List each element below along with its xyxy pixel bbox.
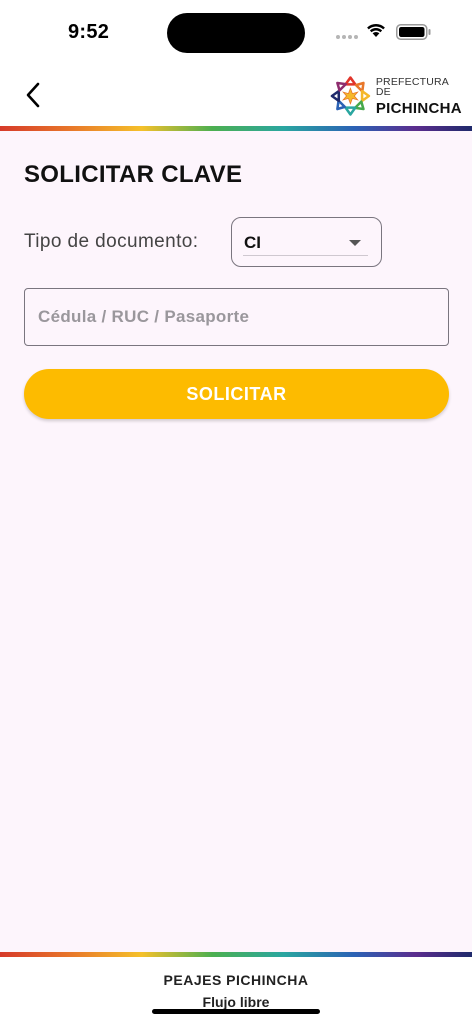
dropdown-underline bbox=[243, 255, 368, 256]
document-type-row: Tipo de documento: CI bbox=[24, 217, 448, 267]
app-header: PREFECTURA DE PICHINCHA bbox=[0, 64, 472, 126]
document-type-value: CI bbox=[244, 233, 261, 252]
status-time: 9:52 bbox=[68, 21, 110, 43]
battery-icon bbox=[396, 24, 431, 40]
logo-text: PREFECTURA DE PICHINCHA bbox=[375, 75, 464, 117]
cellular-signal-icon bbox=[336, 35, 358, 39]
caret-down-icon bbox=[349, 240, 361, 246]
solicitar-button[interactable]: SOLICITAR bbox=[24, 369, 449, 419]
prefectura-logo: PREFECTURA DE PICHINCHA bbox=[330, 74, 464, 118]
prefectura-star-logo-icon bbox=[330, 76, 371, 116]
footer-title: PEAJES PICHINCHA bbox=[163, 972, 309, 988]
logo-line1: PREFECTURA DE bbox=[375, 75, 449, 98]
logo-line2: PICHINCHA bbox=[375, 99, 462, 117]
footer: PEAJES PICHINCHA Flujo libre bbox=[0, 957, 472, 1024]
wifi-icon bbox=[367, 23, 385, 37]
chevron-left-icon bbox=[26, 82, 40, 108]
document-number-input[interactable] bbox=[24, 288, 449, 346]
back-button[interactable] bbox=[18, 80, 48, 110]
status-bar: 9:52 bbox=[0, 0, 472, 64]
footer-subtitle: Flujo libre bbox=[202, 994, 270, 1010]
page-title: SOLICITAR CLAVE bbox=[24, 161, 243, 188]
home-indicator[interactable] bbox=[152, 1009, 320, 1014]
document-type-label: Tipo de documento: bbox=[24, 231, 199, 252]
main-content: SOLICITAR CLAVE Tipo de documento: CI SO… bbox=[0, 131, 472, 952]
dynamic-island bbox=[167, 13, 305, 53]
document-type-dropdown[interactable]: CI bbox=[231, 217, 382, 267]
